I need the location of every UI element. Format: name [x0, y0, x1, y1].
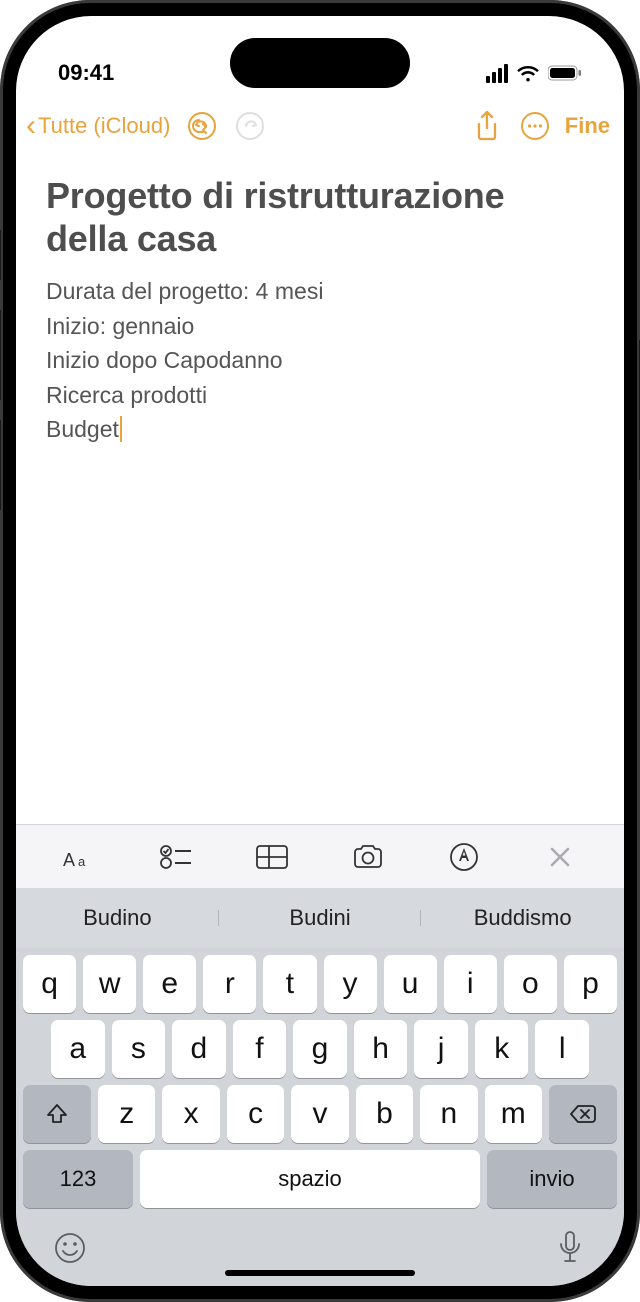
- checklist-button[interactable]: [149, 835, 203, 879]
- return-key[interactable]: invio: [487, 1150, 617, 1208]
- note-line-active[interactable]: Budget: [46, 412, 594, 447]
- numeric-key[interactable]: 123: [23, 1150, 133, 1208]
- screen: 09:41 ‹ Tutte (iCloud): [16, 16, 624, 1286]
- suggestion-2[interactable]: Budini: [219, 905, 422, 931]
- note-line[interactable]: Durata del progetto: 4 mesi: [46, 274, 594, 309]
- suggestion-1[interactable]: Budino: [16, 905, 219, 931]
- cellular-signal-icon: [486, 64, 508, 83]
- key-row-4: 123 spazio invio: [16, 1143, 624, 1208]
- key-g[interactable]: g: [293, 1020, 347, 1078]
- battery-icon: [548, 65, 582, 81]
- note-editor[interactable]: Progetto di ristrutturazione della casa …: [16, 156, 624, 824]
- key-n[interactable]: n: [420, 1085, 477, 1143]
- status-indicators: [486, 64, 582, 83]
- key-x[interactable]: x: [162, 1085, 219, 1143]
- silent-switch: [0, 230, 1, 280]
- navigation-bar: ‹ Tutte (iCloud) Fine: [16, 96, 624, 156]
- text-format-button[interactable]: Aa: [53, 835, 107, 879]
- chevron-left-icon: ‹: [26, 109, 36, 143]
- key-t[interactable]: t: [263, 955, 316, 1013]
- notes-format-toolbar: Aa: [16, 824, 624, 888]
- key-e[interactable]: e: [143, 955, 196, 1013]
- suggestion-3[interactable]: Buddismo: [421, 905, 624, 931]
- keyboard: Budino Budini Buddismo q w e r t y u i o…: [16, 888, 624, 1286]
- note-line[interactable]: Ricerca prodotti: [46, 378, 594, 413]
- key-row-1: q w e r t y u i o p: [16, 948, 624, 1013]
- redo-button: [228, 104, 272, 148]
- table-button[interactable]: [245, 835, 299, 879]
- status-time: 09:41: [58, 60, 114, 86]
- key-l[interactable]: l: [535, 1020, 589, 1078]
- key-u[interactable]: u: [384, 955, 437, 1013]
- space-key[interactable]: spazio: [140, 1150, 480, 1208]
- note-line[interactable]: Inizio dopo Capodanno: [46, 343, 594, 378]
- wifi-icon: [516, 64, 540, 82]
- key-s[interactable]: s: [112, 1020, 166, 1078]
- key-q[interactable]: q: [23, 955, 76, 1013]
- shift-key[interactable]: [23, 1085, 91, 1143]
- key-c[interactable]: c: [227, 1085, 284, 1143]
- backspace-key[interactable]: [549, 1085, 617, 1143]
- svg-text:a: a: [78, 854, 86, 869]
- dynamic-island: [230, 38, 410, 88]
- key-h[interactable]: h: [354, 1020, 408, 1078]
- markup-button[interactable]: [437, 835, 491, 879]
- key-w[interactable]: w: [83, 955, 136, 1013]
- text-cursor: [120, 416, 122, 442]
- key-y[interactable]: y: [324, 955, 377, 1013]
- key-k[interactable]: k: [475, 1020, 529, 1078]
- more-button[interactable]: [513, 104, 557, 148]
- camera-button[interactable]: [341, 835, 395, 879]
- keyboard-suggestions: Budino Budini Buddismo: [16, 888, 624, 948]
- key-d[interactable]: d: [172, 1020, 226, 1078]
- key-i[interactable]: i: [444, 955, 497, 1013]
- volume-up-button: [0, 310, 1, 400]
- share-button[interactable]: [465, 104, 509, 148]
- svg-text:A: A: [63, 850, 75, 870]
- close-toolbar-button[interactable]: [533, 835, 587, 879]
- emoji-button[interactable]: [50, 1228, 90, 1268]
- note-line[interactable]: Inizio: gennaio: [46, 309, 594, 344]
- back-label: Tutte (iCloud): [38, 113, 170, 139]
- done-button[interactable]: Fine: [561, 113, 610, 139]
- phone-frame: 09:41 ‹ Tutte (iCloud): [0, 0, 640, 1302]
- key-row-3: z x c v b n m: [16, 1078, 624, 1143]
- key-m[interactable]: m: [485, 1085, 542, 1143]
- key-j[interactable]: j: [414, 1020, 468, 1078]
- back-button[interactable]: ‹ Tutte (iCloud): [26, 109, 170, 143]
- key-p[interactable]: p: [564, 955, 617, 1013]
- key-z[interactable]: z: [98, 1085, 155, 1143]
- key-a[interactable]: a: [51, 1020, 105, 1078]
- home-indicator[interactable]: [225, 1270, 415, 1276]
- key-f[interactable]: f: [233, 1020, 287, 1078]
- keyboard-bottom-row: [16, 1208, 624, 1268]
- key-r[interactable]: r: [203, 955, 256, 1013]
- key-b[interactable]: b: [356, 1085, 413, 1143]
- volume-down-button: [0, 420, 1, 510]
- undo-button[interactable]: [180, 104, 224, 148]
- key-v[interactable]: v: [291, 1085, 348, 1143]
- dictation-button[interactable]: [550, 1228, 590, 1268]
- key-o[interactable]: o: [504, 955, 557, 1013]
- key-row-2: a s d f g h j k l: [16, 1013, 624, 1078]
- note-title[interactable]: Progetto di ristrutturazione della casa: [46, 174, 594, 260]
